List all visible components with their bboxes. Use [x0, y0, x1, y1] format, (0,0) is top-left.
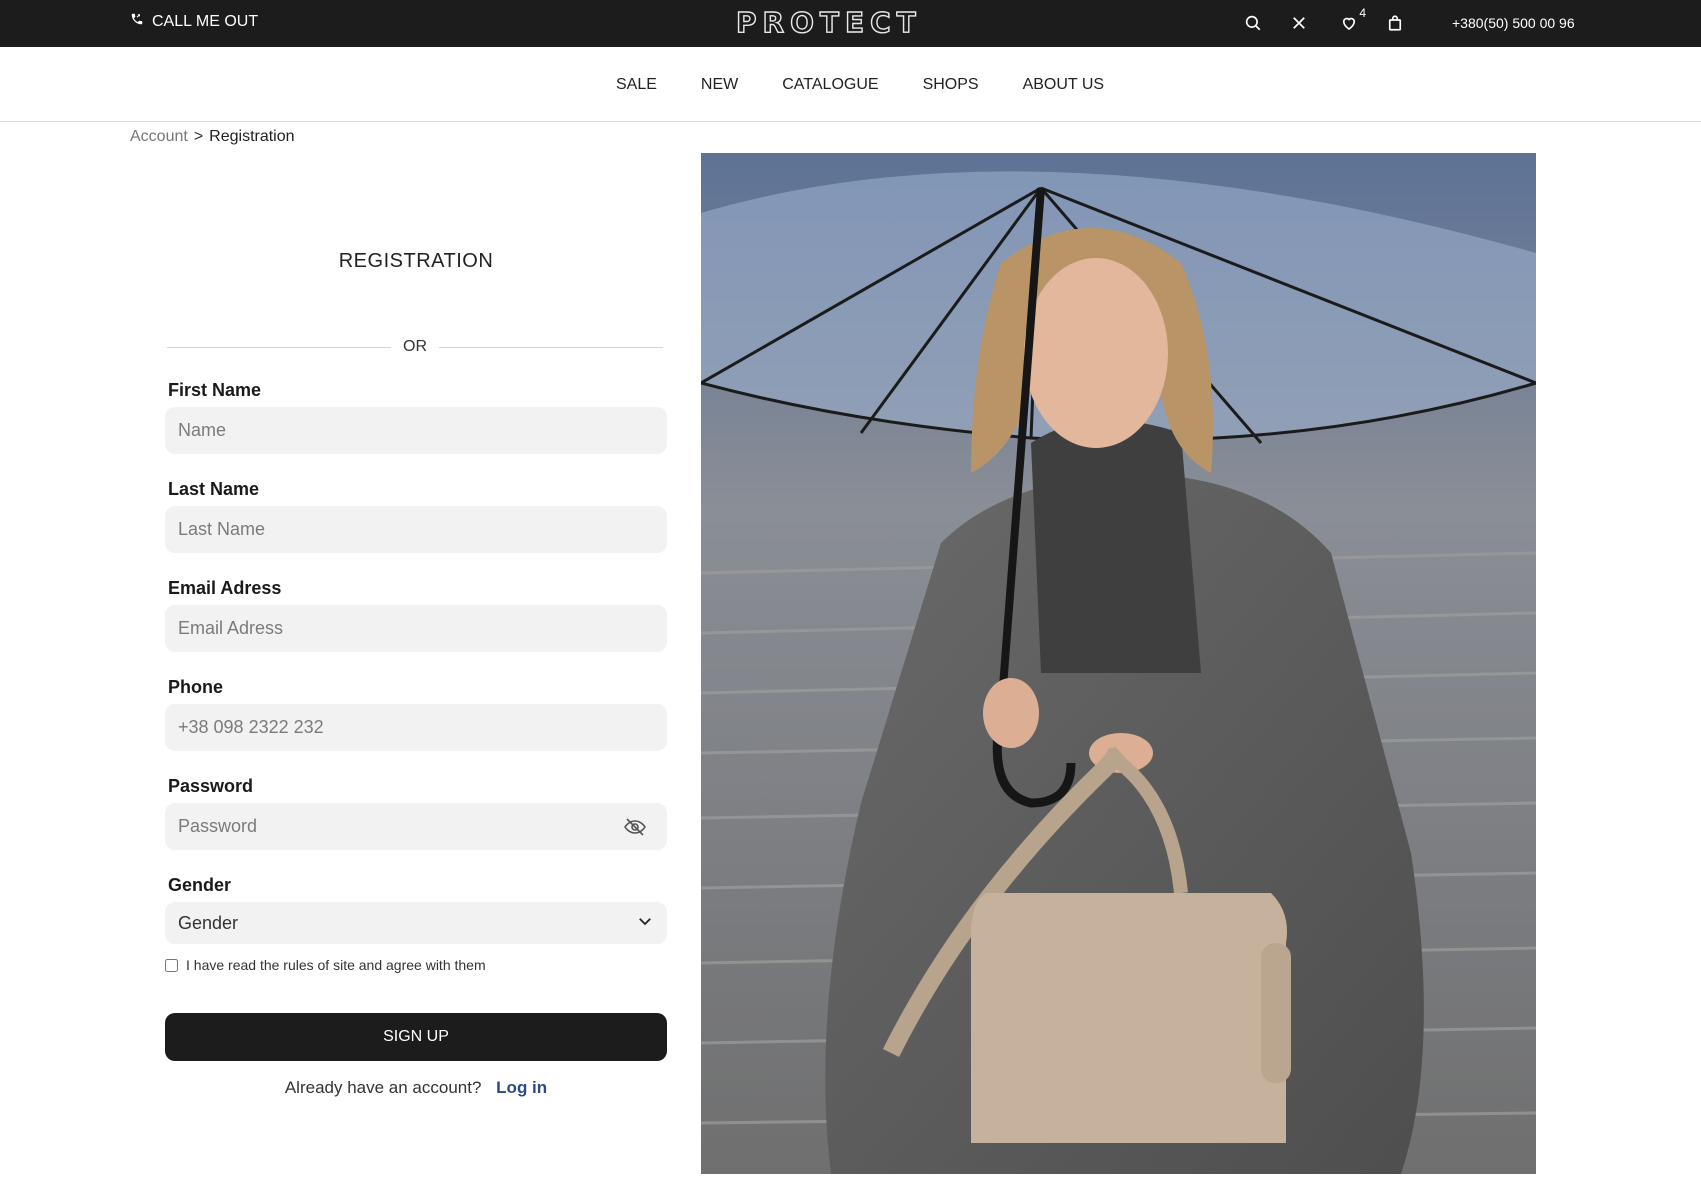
- page-title: REGISTRATION: [338, 250, 494, 272]
- nav-item-catalogue[interactable]: CATALOGUE: [782, 76, 878, 94]
- breadcrumb-separator: >: [193, 128, 204, 145]
- breadcrumb-account-link[interactable]: Account: [130, 128, 188, 146]
- password-group: Password: [165, 776, 667, 850]
- main-navigation: SALE NEW CATALOGUE SHOPS ABOUT US: [0, 47, 1701, 122]
- wishlist-heart-icon[interactable]: 4: [1336, 6, 1366, 36]
- agree-rules-checkbox[interactable]: [165, 958, 178, 972]
- first-name-input[interactable]: [165, 407, 667, 454]
- gender-group: Gender Gender: [165, 875, 667, 944]
- hide-password-eye-icon[interactable]: [623, 815, 647, 839]
- call-me-out-label: CALL ME OUT: [152, 12, 259, 30]
- agree-rules-label: I have read the rules of site and agree …: [186, 957, 486, 973]
- nav-item-new[interactable]: NEW: [701, 76, 738, 94]
- brand-logo[interactable]: PROTECT: [735, 5, 922, 39]
- gender-select-value: Gender: [178, 912, 239, 933]
- nav-item-shops[interactable]: SHOPS: [923, 76, 979, 94]
- search-icon[interactable]: [1240, 10, 1266, 36]
- last-name-input[interactable]: [165, 506, 667, 553]
- breadcrumb-current: Registration: [209, 128, 295, 145]
- or-divider-text: OR: [403, 338, 427, 355]
- have-account-text: Already have an account?: [284, 1078, 482, 1097]
- first-name-group: First Name: [165, 380, 667, 454]
- divider-line-left: [167, 346, 391, 348]
- last-name-group: Last Name: [165, 479, 667, 553]
- nav-item-about-us[interactable]: ABOUT US: [1023, 76, 1105, 94]
- top-bar: CALL ME OUT PROTECT 4 +380(50) 500 00 96: [0, 0, 1701, 47]
- call-me-out-button[interactable]: CALL ME OUT: [130, 12, 258, 31]
- password-label: Password: [168, 776, 254, 796]
- phone-number-link[interactable]: +380(50) 500 00 96: [1452, 15, 1575, 31]
- divider-line-right: [439, 346, 663, 348]
- email-label: Email Adress: [168, 578, 282, 598]
- model-with-umbrella-photo: [701, 153, 1536, 1174]
- close-icon[interactable]: [1286, 10, 1312, 36]
- first-name-label: First Name: [168, 380, 262, 400]
- breadcrumb: Account > Registration: [130, 128, 295, 146]
- or-divider: OR: [167, 338, 663, 356]
- wishlist-count-badge: 4: [1359, 6, 1366, 20]
- shopping-bag-icon[interactable]: [1382, 10, 1408, 36]
- gender-select[interactable]: Gender: [165, 902, 667, 944]
- phone-label: Phone: [168, 677, 224, 697]
- sign-up-button[interactable]: SIGN UP: [165, 1013, 667, 1061]
- phone-input[interactable]: [165, 704, 667, 751]
- registration-form: REGISTRATION OR First Name Last Name Ema…: [165, 230, 667, 1097]
- email-group: Email Adress: [165, 578, 667, 652]
- gender-label: Gender: [168, 875, 232, 895]
- password-input[interactable]: [165, 803, 667, 850]
- last-name-label: Last Name: [168, 479, 260, 499]
- phone-group: Phone: [165, 677, 667, 751]
- email-input[interactable]: [165, 605, 667, 652]
- login-link[interactable]: Log in: [496, 1078, 547, 1097]
- nav-item-sale[interactable]: SALE: [616, 76, 657, 94]
- login-prompt: Already have an account? Log in: [165, 1078, 667, 1098]
- phone-call-icon: [130, 12, 144, 31]
- chevron-down-icon: [636, 912, 654, 935]
- agree-rules-row: I have read the rules of site and agree …: [165, 957, 486, 973]
